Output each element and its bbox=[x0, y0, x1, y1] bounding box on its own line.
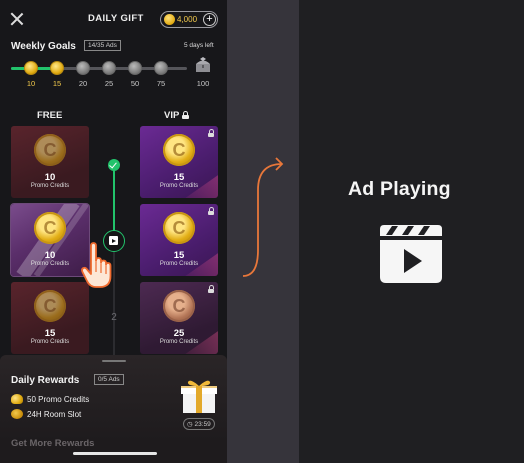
reward-amount: 10 bbox=[44, 250, 56, 261]
lock-icon bbox=[182, 111, 190, 119]
milestone-coin-icon bbox=[76, 61, 90, 75]
reward-unit: Promo Credits bbox=[30, 261, 70, 267]
coins-icon bbox=[11, 394, 23, 404]
vip-reward-card-locked[interactable]: C 25 Promo Credits bbox=[140, 282, 218, 354]
reward-unit: Promo Credits bbox=[159, 261, 199, 267]
balance-value: 4,000 bbox=[177, 15, 198, 24]
reward-amount: 10 bbox=[44, 172, 56, 183]
free-reward-card[interactable]: C 15 Promo Credits bbox=[11, 282, 89, 354]
vip-label: VIP bbox=[164, 110, 180, 121]
free-reward-card[interactable]: C 10 Promo Credits bbox=[11, 126, 89, 198]
vip-reward-card[interactable]: C 15 Promo Credits bbox=[140, 204, 218, 276]
vip-column-header: VIP bbox=[164, 110, 190, 121]
reward-amount: 15 bbox=[173, 172, 185, 183]
coin-icon: C bbox=[34, 212, 66, 244]
weekly-goals-title: Weekly Goals bbox=[11, 41, 76, 52]
coin-icon: C bbox=[34, 134, 66, 166]
coin-icon: C bbox=[34, 290, 66, 322]
add-credits-button[interactable]: + bbox=[203, 13, 216, 26]
milestone-coin-icon bbox=[128, 61, 142, 75]
get-more-rewards-title: Get More Rewards bbox=[11, 438, 95, 449]
milestone-coin-icon bbox=[24, 61, 38, 75]
milestone-coin-icon bbox=[102, 61, 116, 75]
reward-amount: 25 bbox=[173, 328, 185, 339]
home-indicator[interactable] bbox=[73, 452, 157, 455]
coin-icon: C bbox=[163, 212, 195, 244]
slot-icon bbox=[11, 409, 23, 419]
daily-gift-screen: DAILY GIFT 4,000 + Weekly Goals 14/35 Ad… bbox=[0, 0, 227, 463]
check-icon bbox=[108, 159, 120, 171]
reward-unit: Promo Credits bbox=[30, 183, 70, 189]
reward-timer: ◷ 23:59 bbox=[183, 418, 215, 430]
milestone-label: 50 bbox=[130, 79, 140, 88]
coin-stack-icon: C bbox=[163, 290, 195, 322]
credit-balance[interactable]: 4,000 + bbox=[160, 11, 218, 28]
milestone-label: 100 bbox=[196, 79, 210, 88]
milestone-coin-icon bbox=[50, 61, 64, 75]
lock-icon bbox=[208, 285, 214, 293]
reward-unit: Promo Credits bbox=[159, 183, 199, 189]
reward-row-label: 50 Promo Credits bbox=[27, 395, 90, 404]
reward-unit: Promo Credits bbox=[30, 339, 70, 345]
page-title: DAILY GIFT bbox=[88, 13, 144, 24]
free-reward-card-active[interactable]: C 10 Promo Credits bbox=[11, 204, 89, 276]
ad-playing-label: Ad Playing bbox=[348, 178, 451, 200]
free-column-header: FREE bbox=[37, 110, 63, 121]
timer-value: 23:59 bbox=[194, 421, 211, 428]
clock-icon: ◷ bbox=[187, 421, 193, 428]
clapperboard-icon bbox=[380, 225, 442, 283]
treasure-chest-icon bbox=[196, 57, 210, 72]
milestone-label: 25 bbox=[104, 79, 114, 88]
vip-reward-card[interactable]: C 15 Promo Credits bbox=[140, 126, 218, 198]
close-icon[interactable] bbox=[9, 11, 25, 27]
reward-amount: 15 bbox=[44, 328, 56, 339]
lock-icon bbox=[208, 207, 214, 215]
reward-row-label: 24H Room Slot bbox=[27, 410, 82, 419]
weekly-goals-badge: 14/35 Ads bbox=[84, 40, 121, 51]
transition-arrow-icon bbox=[242, 157, 284, 277]
daily-rewards-title: Daily Rewards bbox=[11, 375, 80, 386]
milestone-label: 75 bbox=[156, 79, 166, 88]
daily-rewards-sheet[interactable]: Daily Rewards 0/5 Ads 50 Promo Credits 2… bbox=[0, 355, 227, 463]
tap-hand-icon bbox=[81, 242, 112, 288]
milestone-label: 15 bbox=[52, 79, 62, 88]
reward-unit: Promo Credits bbox=[159, 339, 199, 345]
rail-step-number: 2 bbox=[111, 312, 117, 323]
gift-box-icon bbox=[181, 380, 217, 413]
days-left-label: 5 days left bbox=[184, 42, 214, 49]
top-bar: DAILY GIFT 4,000 + bbox=[0, 0, 227, 36]
reward-row: 24H Room Slot bbox=[11, 409, 81, 419]
reward-amount: 15 bbox=[173, 250, 185, 261]
milestone-coin-icon bbox=[154, 61, 168, 75]
milestone-label: 20 bbox=[78, 79, 88, 88]
lock-icon bbox=[208, 129, 214, 137]
coin-icon bbox=[164, 14, 175, 25]
sheet-grabber[interactable] bbox=[102, 360, 126, 362]
coin-icon: C bbox=[163, 134, 195, 166]
milestone-label: 10 bbox=[26, 79, 36, 88]
reward-row: 50 Promo Credits bbox=[11, 394, 89, 404]
progress-rail-fill bbox=[113, 168, 115, 238]
daily-rewards-badge: 0/5 Ads bbox=[94, 374, 124, 385]
